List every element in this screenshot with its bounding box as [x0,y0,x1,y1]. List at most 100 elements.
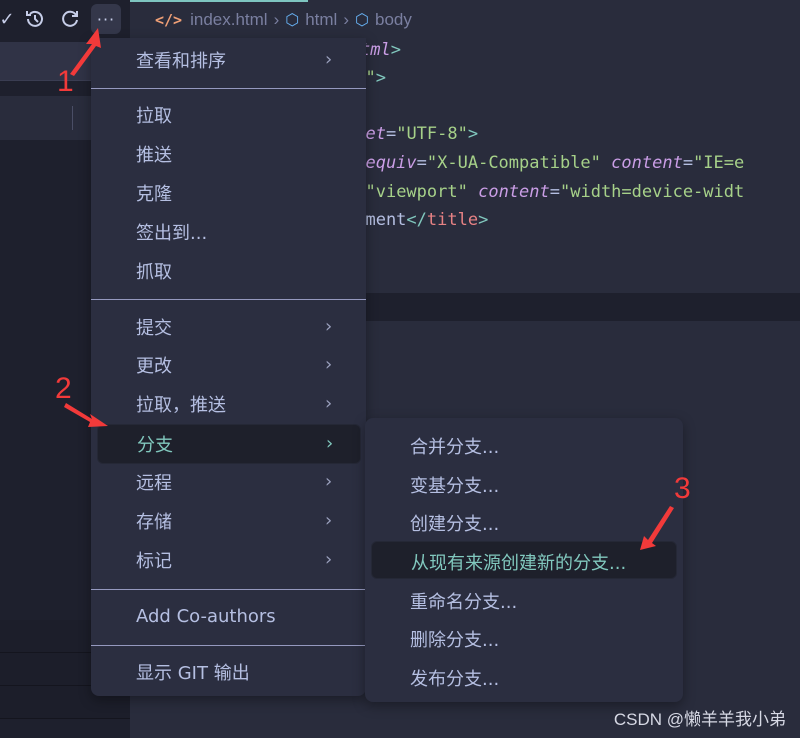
submenu-item-label: 重命名分支... [410,592,518,613]
menu-item-label: 分支 [137,435,173,456]
menu-item-label: 推送 [136,145,172,166]
annotation-step-1: 1 [57,65,74,98]
menu-item-label: 克隆 [136,184,172,205]
chevron-right-icon: › [326,433,334,454]
submenu-item-label: 创建分支... [410,514,500,535]
menu-item-label: 拉取，推送 [136,395,226,416]
html-file-icon: </> [155,11,183,29]
menu-item[interactable]: 查看和排序 › [97,41,359,79]
menu-item-label: 拉取 [136,106,172,127]
check-icon[interactable]: ✓ [0,6,20,32]
chevron-right-icon: › [325,471,333,492]
code-line[interactable]: e="viewport" content="width=device-widt [345,178,744,206]
refresh-icon[interactable] [57,6,83,32]
code-token: "UTF-8" [396,124,468,144]
annotation-step-2: 2 [55,372,72,405]
more-actions-button[interactable]: ··· [91,4,121,34]
chevron-right-icon: › [325,549,333,570]
chevron-right-icon: › [325,316,333,337]
menu-item[interactable]: 显示 GIT 输出 [97,653,359,691]
submenu-item-label: 发布分支... [410,669,500,690]
menu-separator [91,88,366,89]
menu-item[interactable]: 提交 › [97,308,359,346]
menu-separator [91,645,366,646]
element-icon: ⬡ [285,12,300,29]
editor-highlight-band [365,293,800,321]
code-token: = [682,153,694,173]
submenu-item-label: 合并分支... [410,437,500,458]
breadcrumb: </> index.html › ⬡ html › ⬡ body [155,6,412,34]
submenu-item-label: 从现有来源创建新的分支... [411,553,627,574]
submenu-item[interactable]: 变基分支... [371,465,675,501]
code-token: > [467,124,479,144]
menu-item[interactable]: 更改 › [97,346,359,384]
menu-item[interactable]: 分支 › [97,424,361,464]
submenu-item-label: 删除分支... [410,630,500,651]
menu-item-label: 提交 [136,318,172,339]
menu-item[interactable]: 签出到... [97,213,359,251]
code-line[interactable]: cument</title> [345,206,488,234]
submenu-item[interactable]: 发布分支... [371,658,675,694]
menu-item[interactable]: 抓取 [97,252,359,290]
submenu-item[interactable]: 删除分支... [371,619,675,655]
menu-item[interactable]: 标记 › [97,541,359,579]
submenu-item[interactable]: 从现有来源创建新的分支... [371,541,677,579]
code-token: content [478,182,550,202]
menu-item-label: 显示 GIT 输出 [136,663,250,684]
code-token: "width=device-widt [560,182,745,202]
submenu-item[interactable]: 合并分支... [371,426,675,462]
chevron-right-icon: › [325,393,333,414]
code-token: "IE=e [693,153,745,173]
source-control-toolbar: ✓ ··· [0,0,130,40]
menu-item-label: 远程 [136,473,172,494]
git-more-actions-menu: 查看和排序 › 拉取 推送 克隆 签出到... 抓取 提交 › 更改 › 拉取，推送 › 分支 › 远程 › 存储… [91,38,366,696]
watermark: CSDN @懒羊羊我小弟 [613,710,786,729]
branch-submenu: 合并分支... 变基分支... 创建分支... 从现有来源创建新的分支... 重命名分支… [365,418,683,702]
code-token: > [390,40,401,60]
chevron-right-icon: › [273,10,280,29]
code-line[interactable]: p-equiv="X-UA-Compatible" content="IE=e [345,149,744,177]
menu-item-label: 存储 [136,512,172,533]
menu-item[interactable]: 推送 [97,135,359,173]
menu-item-label: Add Co-authors [136,605,276,627]
code-token: > [375,68,386,88]
code-token: = [385,124,397,144]
menu-item[interactable]: Add Co-authors [97,597,359,635]
menu-item[interactable]: 拉取，推送 › [97,385,359,423]
divider [72,106,73,130]
menu-item-label: 查看和排序 [136,51,226,72]
submenu-item-label: 变基分支... [410,476,500,497]
menu-item[interactable]: 存储 › [97,502,359,540]
code-token: </ [406,210,427,230]
code-token: "viewport" [365,182,468,202]
history-icon[interactable] [22,6,48,32]
menu-separator [91,299,366,300]
menu-item-label: 更改 [136,356,172,377]
code-token: > [478,210,489,230]
menu-item[interactable]: 克隆 [97,174,359,212]
chevron-right-icon: › [343,10,350,29]
code-token: = [549,182,560,202]
menu-item-label: 签出到... [136,223,208,244]
breadcrumb-item[interactable]: index.html [190,10,267,30]
chevron-right-icon: › [325,510,333,531]
breadcrumb-item[interactable]: html [305,10,337,30]
annotation-step-3: 3 [674,472,691,505]
code-token: content [611,153,683,173]
element-icon: ⬡ [355,12,369,29]
menu-separator [91,589,366,590]
code-token: = [416,153,427,173]
menu-item[interactable]: 拉取 [97,96,359,134]
code-line[interactable]: tml> [360,36,401,64]
code-token: "X-UA-Compatible" [426,153,601,173]
active-tab-indicator [130,0,308,2]
menu-item[interactable]: 远程 › [97,463,359,501]
chevron-right-icon: › [325,49,333,70]
menu-item-label: 标记 [136,551,172,572]
code-token: title [426,210,479,230]
submenu-item[interactable]: 创建分支... [371,503,675,539]
breadcrumb-item[interactable]: body [375,10,412,30]
submenu-item[interactable]: 重命名分支... [371,581,675,617]
